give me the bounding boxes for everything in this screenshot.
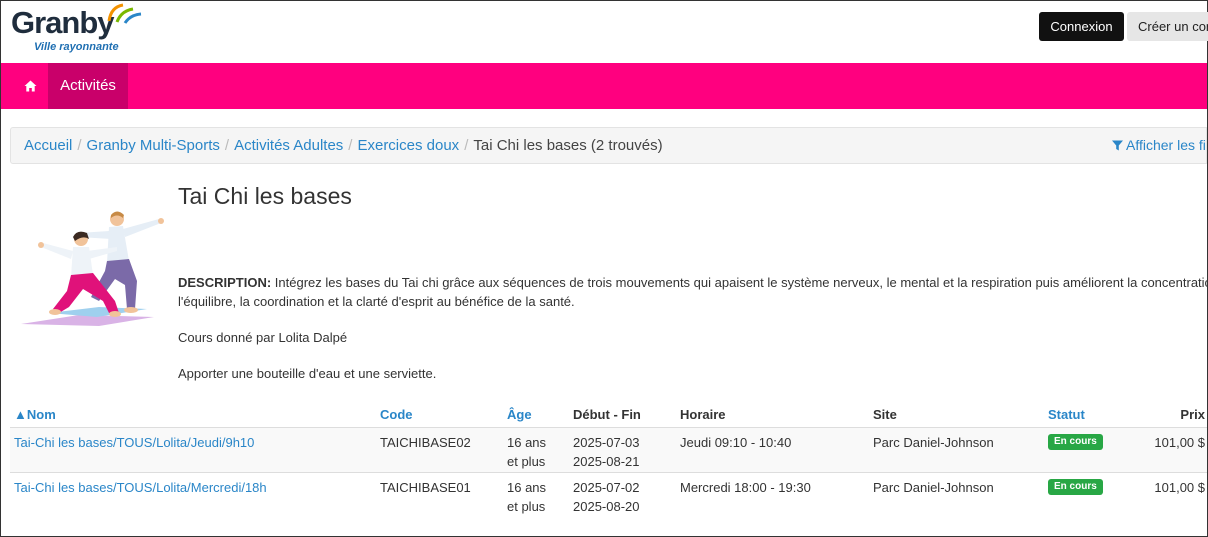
login-button[interactable]: Connexion (1039, 12, 1124, 41)
column-header-dates: Début - Fin (573, 407, 641, 422)
logo-text: Granby (11, 5, 115, 40)
column-header-schedule: Horaire (680, 407, 726, 422)
breadcrumb-adult-activities[interactable]: Activités Adultes (234, 137, 343, 154)
main-nav: Activités (1, 63, 1207, 109)
description-text: Intégrez les bases du Tai chi grâce aux … (271, 275, 1207, 290)
session-dates: 2025-07-03 2025-08-21 (573, 435, 640, 469)
show-filters-label: Afficher les filtres (1126, 137, 1206, 153)
session-name-link[interactable]: Tai-Chi les bases/TOUS/Lolita/Mercredi/1… (14, 479, 267, 498)
breadcrumb-multisports[interactable]: Granby Multi-Sports (87, 137, 220, 154)
column-header-status[interactable]: Statut (1048, 407, 1085, 422)
session-schedule: Mercredi 18:00 - 19:30 (680, 480, 811, 495)
home-icon (24, 80, 36, 92)
session-site: Parc Daniel-Johnson (873, 480, 994, 495)
session-age: 16 ans et plus (507, 435, 547, 469)
column-header-age[interactable]: Âge (507, 407, 532, 422)
logo-tagline: Ville rayonnante (34, 41, 119, 53)
logo-swoosh-icon (107, 3, 142, 24)
tai-chi-illustration (21, 211, 164, 326)
session-price: 101,00 $ (1154, 435, 1205, 450)
session-price: 101,00 $ (1154, 480, 1205, 495)
header: Granby Ville rayonnante Connexion Créer … (1, 1, 1208, 63)
column-header-name[interactable]: ▲Nom (14, 407, 56, 422)
session-site: Parc Daniel-Johnson (873, 435, 994, 450)
activity-title: Tai Chi les bases (178, 183, 352, 209)
filter-icon (1112, 140, 1123, 151)
session-code: TAICHIBASE01 (380, 480, 471, 495)
breadcrumb-home[interactable]: Accueil (24, 137, 72, 154)
session-schedule: Jeudi 09:10 - 10:40 (680, 435, 792, 450)
table-row: Tai-Chi les bases/TOUS/Lolita/Mercredi/1… (10, 473, 1207, 518)
description-line2: l'équilibre, la coordination et la clart… (178, 293, 575, 309)
nav-home[interactable] (13, 63, 47, 109)
status-badge: En cours (1048, 479, 1103, 495)
description-label: DESCRIPTION: (178, 275, 272, 290)
activity-description: DESCRIPTION: Intégrez les bases du Tai c… (178, 274, 1207, 311)
column-header-price: Prix (1180, 407, 1205, 422)
status-badge: En cours (1048, 434, 1103, 450)
show-filters-link[interactable]: Afficher les filtres (1112, 128, 1206, 163)
breadcrumb: Accueil / Granby Multi-Sports / Activités Ad… (10, 127, 1207, 164)
session-name-link[interactable]: Tai-Chi les bases/TOUS/Lolita/Jeudi/9h10 (14, 434, 254, 453)
create-account-button[interactable]: Créer un compte (1127, 12, 1208, 41)
session-age: 16 ans et plus (507, 480, 547, 514)
table-row: Tai-Chi les bases/TOUS/Lolita/Jeudi/9h10… (10, 428, 1207, 473)
column-header-site: Site (873, 407, 897, 422)
column-header-code[interactable]: Code (380, 407, 413, 422)
session-code: TAICHIBASE02 (380, 435, 471, 450)
breadcrumb-current: Tai Chi les bases (2 trouvés) (473, 137, 663, 154)
breadcrumb-gentle-exercises[interactable]: Exercices doux (357, 137, 459, 154)
instructor-text: Cours donné par Lolita Dalpé (178, 330, 348, 345)
note-text: Apporter une bouteille d'eau et une serv… (178, 366, 437, 381)
session-dates: 2025-07-02 2025-08-20 (573, 480, 640, 514)
nav-item-activities[interactable]: Activités (48, 63, 128, 109)
granby-logo[interactable]: Granby Ville rayonnante (11, 3, 142, 55)
